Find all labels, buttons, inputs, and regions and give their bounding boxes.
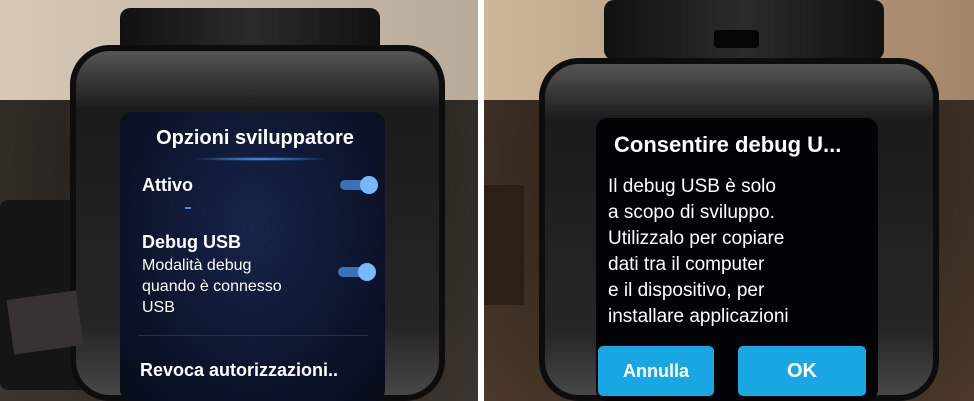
dialog-message-line-2: a scopo di sviluppo. — [608, 202, 775, 223]
setting-active-label: Attivo — [142, 175, 193, 195]
toggle-on-icon — [360, 176, 378, 194]
small-indicator — [185, 207, 191, 209]
side-button-dark — [6, 290, 84, 355]
photo-usb-debug-dialog: Consentire debug U... Il debug USB è sol… — [484, 0, 974, 401]
revoke-authorizations-item[interactable]: Revoca autorizzazioni.. — [140, 360, 338, 381]
setting-debug-usb-desc-1: Modalità debug — [142, 257, 252, 274]
watch-screen: Opzioni sviluppatore Attivo Debug USB Mo… — [120, 112, 385, 401]
dialog-message-line-3: Utilizzalo per copiare — [608, 228, 785, 249]
active-toggle[interactable] — [340, 176, 378, 194]
toggle-on-icon — [358, 263, 376, 281]
dialog-message-line-1: Il debug USB è solo — [608, 176, 776, 197]
watch-screen: Consentire debug U... Il debug USB è sol… — [596, 118, 878, 401]
divider — [138, 335, 368, 336]
dialog-message-line-6: installare applicazioni — [608, 306, 789, 327]
setting-debug-usb-label: Debug USB — [142, 232, 241, 252]
page-title: Opzioni sviluppatore — [156, 127, 354, 149]
title-underline — [190, 157, 330, 161]
photo-developer-options: Opzioni sviluppatore Attivo Debug USB Mo… — [0, 0, 478, 401]
cancel-button[interactable]: Annulla — [598, 346, 714, 396]
ok-button[interactable]: OK — [738, 346, 866, 396]
watch-crown — [714, 30, 759, 48]
dialog-message-line-4: dati tra il computer — [608, 254, 765, 275]
setting-debug-usb-desc-2: quando è connesso — [142, 278, 282, 295]
strap-left-piece — [484, 185, 524, 305]
dialog-message-line-5: e il dispositivo, per — [608, 280, 765, 301]
debug-usb-toggle[interactable] — [338, 263, 376, 281]
setting-debug-usb-desc-3: USB — [142, 299, 175, 316]
dialog-title: Consentire debug U... — [614, 132, 842, 157]
